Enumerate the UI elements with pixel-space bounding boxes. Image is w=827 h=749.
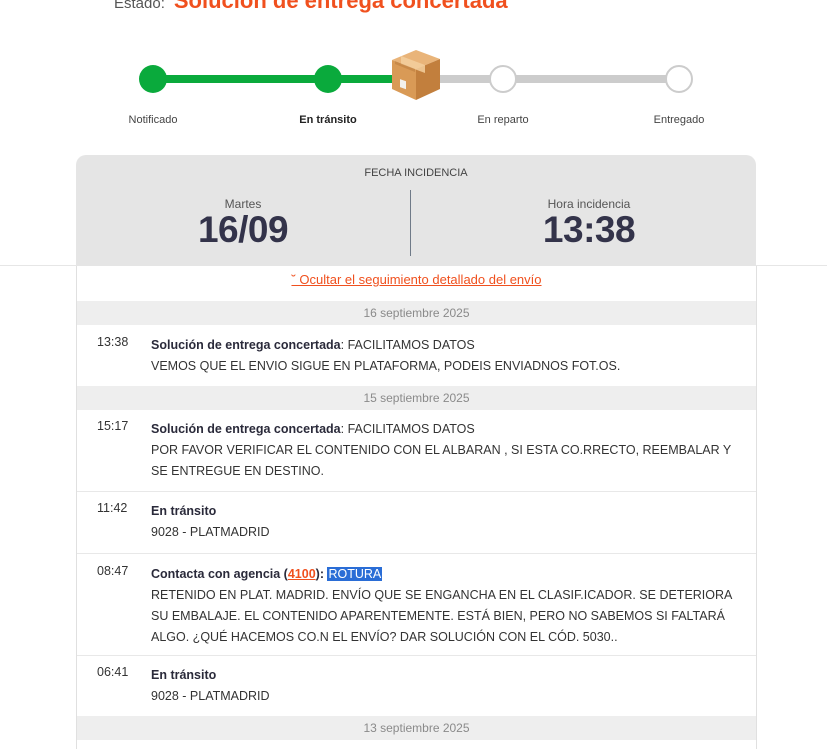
step-dot-en-transito <box>314 65 342 93</box>
event-title: Solución de entrega concertada <box>151 422 341 436</box>
event-description: RETENIDO EN PLAT. MADRID. ENVÍO QUE SE E… <box>151 588 733 602</box>
event-title: En tránsito <box>151 668 217 682</box>
event-separator <box>77 655 756 656</box>
event-separator <box>77 553 756 554</box>
incident-date: 16/09 <box>197 209 289 250</box>
event-title: En tránsito <box>151 504 217 518</box>
shipment-progress-tracker: Notificado En tránsito En reparto Entreg… <box>0 44 827 134</box>
event-separator <box>77 491 756 492</box>
package-box-icon <box>392 50 440 100</box>
step-label-notificado: Notificado <box>128 114 178 126</box>
step-label-en-reparto: En reparto <box>477 114 529 126</box>
event-title: Solución de entrega concertada <box>151 338 341 352</box>
event-description: POR FAVOR VERIFICAR EL CONTENIDO CON EL … <box>151 443 732 457</box>
agency-link[interactable]: 4100 <box>288 567 316 581</box>
status-value: Solución de entrega concertada <box>173 0 508 13</box>
event-time: 08:47 <box>97 564 129 578</box>
status-label: Estado: <box>114 0 165 12</box>
event-time: 06:41 <box>97 665 129 679</box>
step-label-en-transito: En tránsito <box>299 114 357 126</box>
step-dot-entregado <box>665 65 693 93</box>
status-row: Estado: Solución de entrega concertada <box>114 0 508 20</box>
incident-title: FECHA INCIDENCIA <box>364 167 468 179</box>
event-description: VEMOS QUE EL ENVIO SIGUE EN PLATAFORMA, … <box>151 359 621 373</box>
date-band: 13 septiembre 2025 <box>77 716 756 740</box>
date-band: 16 septiembre 2025 <box>77 301 756 325</box>
event-description: 9028 - PLATMADRID <box>151 689 270 703</box>
event-description: SU EMBALAJE. EL CONTENIDO APARENTEMENTE.… <box>151 609 725 623</box>
incident-divider <box>410 190 411 256</box>
incident-card: FECHA INCIDENCIA Martes 16/09 Hora incid… <box>76 155 756 266</box>
incident-date-block: Martes 16/09 <box>76 197 410 249</box>
event-subtitle: : FACILITAMOS DATOS <box>340 422 475 436</box>
event-title-suffix: ): <box>315 567 328 581</box>
event-title: Contacta con agencia ( <box>151 567 288 581</box>
event-time: 15:17 <box>97 419 129 433</box>
hide-tracking-detail-link[interactable]: ˘ Ocultar el seguimiento detallado del e… <box>77 272 756 287</box>
step-label-entregado: Entregado <box>653 114 705 126</box>
event-description: 9028 - PLATMADRID <box>151 525 270 539</box>
progress-line-done <box>160 75 400 83</box>
progress-line-pending <box>430 75 678 83</box>
event-description: ALGO. ¿QUÉ HACEMOS CO.N EL ENVÍO? DAR SO… <box>151 630 618 644</box>
selected-text-highlight: ROTURA <box>327 567 383 581</box>
event-subtitle: : FACILITAMOS DATOS <box>340 338 475 352</box>
event-time: 13:38 <box>97 335 129 349</box>
incident-time-block: Hora incidencia 13:38 <box>422 197 756 249</box>
event-description: SE ENTREGUE EN DESTINO. <box>151 464 324 478</box>
date-band: 15 septiembre 2025 <box>77 386 756 410</box>
step-dot-notificado <box>139 65 167 93</box>
event-time: 11:42 <box>97 501 128 515</box>
step-dot-en-reparto <box>489 65 517 93</box>
incident-time: 13:38 <box>542 209 636 250</box>
tracking-detail-panel: ˘ Ocultar el seguimiento detallado del e… <box>76 266 757 749</box>
